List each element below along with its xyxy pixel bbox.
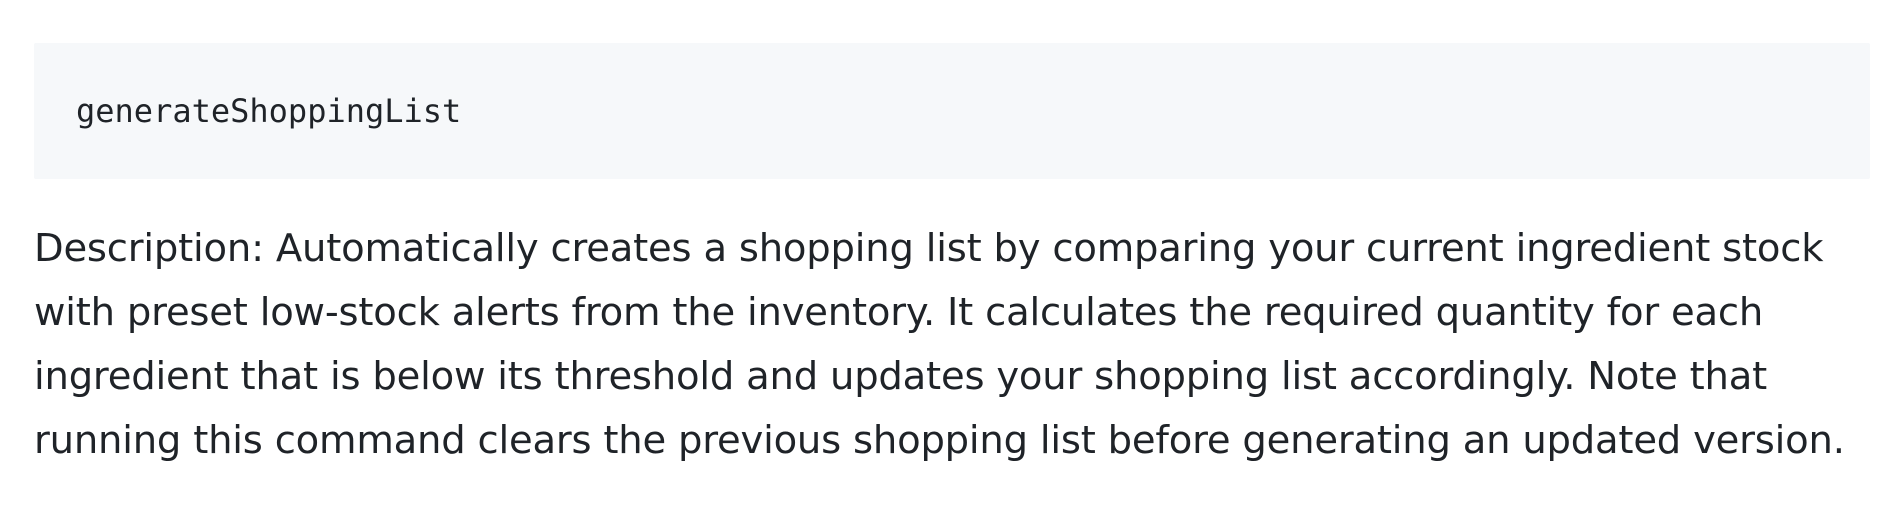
command-name: generateShoppingList	[76, 92, 462, 130]
description-paragraph: Description: Automatically creates a sho…	[34, 226, 1845, 463]
document-content: generateShoppingList Description: Automa…	[34, 43, 1870, 473]
code-block: generateShoppingList	[34, 43, 1870, 179]
